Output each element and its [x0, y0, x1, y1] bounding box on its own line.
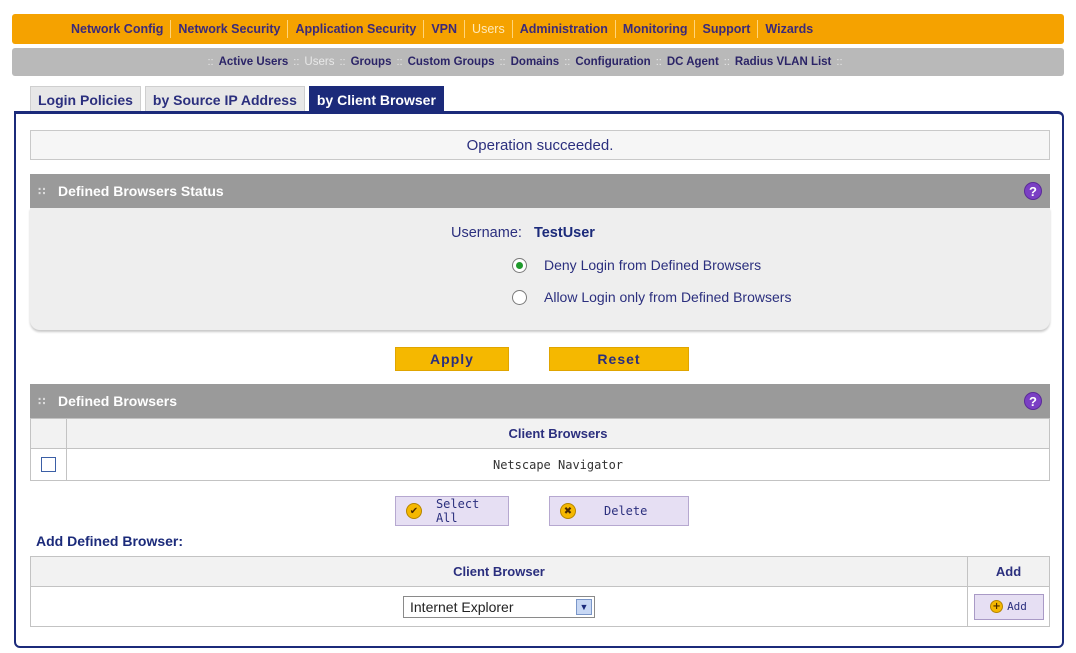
- separator: ::: [655, 56, 662, 68]
- check-circle-icon: ✔: [406, 503, 422, 519]
- x-circle-icon: ✖: [560, 503, 576, 519]
- radio-deny-login[interactable]: Deny Login from Defined Browsers: [512, 257, 761, 273]
- plus-circle-icon: +: [990, 600, 1004, 613]
- separator: ::: [293, 56, 300, 68]
- sub-nav-custom-groups[interactable]: Custom Groups: [408, 56, 495, 68]
- separator: ::: [339, 56, 346, 68]
- grip-icon: ∷: [38, 395, 46, 408]
- username-label: Username:: [451, 225, 522, 241]
- top-nav-users[interactable]: Users: [465, 20, 513, 38]
- separator: ::: [836, 56, 843, 68]
- username-value: TestUser: [533, 225, 595, 241]
- add-button-label: Add: [1007, 600, 1027, 613]
- top-nav: Network Config Network Security Applicat…: [12, 14, 1064, 44]
- client-browser-column-header: Client Browser: [30, 556, 968, 587]
- top-nav-wizards[interactable]: Wizards: [758, 20, 820, 38]
- sub-nav-configuration[interactable]: Configuration: [575, 56, 650, 68]
- chevron-down-icon[interactable]: ▼: [576, 598, 592, 615]
- sub-nav: :: Active Users :: Users :: Groups :: Cu…: [12, 48, 1064, 76]
- separator: ::: [564, 56, 571, 68]
- select-column-header: [30, 418, 67, 449]
- top-nav-network-security[interactable]: Network Security: [171, 20, 289, 38]
- client-browser-select[interactable]: Internet Explorer ▼: [403, 595, 595, 618]
- sub-nav-dc-agent[interactable]: DC Agent: [667, 56, 719, 68]
- table-row: Internet Explorer ▼ + Add: [30, 586, 1050, 627]
- help-icon[interactable]: ?: [1024, 182, 1042, 200]
- separator: ::: [723, 56, 730, 68]
- select-all-button[interactable]: ✔ Select All: [395, 496, 509, 526]
- operation-status-message: Operation succeeded.: [30, 130, 1050, 160]
- section-title: Defined Browsers Status: [58, 183, 224, 199]
- top-nav-administration[interactable]: Administration: [513, 20, 616, 38]
- top-nav-network-config[interactable]: Network Config: [64, 20, 172, 38]
- radio-selected-icon[interactable]: [512, 257, 527, 273]
- add-column-header: Add: [967, 556, 1050, 587]
- defined-browsers-table: Client Browsers Netscape Navigator: [30, 418, 1050, 481]
- reset-button[interactable]: Reset: [549, 347, 689, 371]
- defined-browsers-status-header: ∷ Defined Browsers Status ?: [30, 174, 1050, 208]
- radio-unselected-icon[interactable]: [512, 289, 527, 305]
- tab-bar: Login Policies by Source IP Address by C…: [30, 86, 448, 112]
- apply-button[interactable]: Apply: [395, 347, 509, 371]
- row-checkbox[interactable]: [41, 457, 56, 472]
- tab-login-policies[interactable]: Login Policies: [30, 86, 141, 112]
- add-button-cell: + Add: [967, 586, 1050, 627]
- sub-nav-domains[interactable]: Domains: [511, 56, 560, 68]
- add-defined-browser-label: Add Defined Browser:: [36, 533, 184, 549]
- top-nav-vpn[interactable]: VPN: [424, 20, 466, 38]
- select-all-label: Select All: [435, 497, 480, 525]
- top-nav-monitoring[interactable]: Monitoring: [616, 20, 696, 38]
- tab-by-source-ip-address[interactable]: by Source IP Address: [144, 86, 305, 112]
- top-nav-application-security[interactable]: Application Security: [288, 20, 425, 38]
- separator: ::: [499, 56, 506, 68]
- separator: ::: [396, 56, 403, 68]
- table-row: Netscape Navigator: [30, 448, 1050, 481]
- separator: ::: [207, 56, 214, 68]
- add-button[interactable]: + Add: [973, 593, 1044, 620]
- defined-browsers-status-body: Username: TestUser Deny Login from Defin…: [30, 208, 1050, 330]
- sub-nav-users[interactable]: Users: [304, 56, 334, 68]
- sub-nav-active-users[interactable]: Active Users: [219, 56, 289, 68]
- radio-label: Deny Login from Defined Browsers: [544, 257, 762, 273]
- grip-icon: ∷: [38, 185, 46, 198]
- client-browsers-column-header: Client Browsers: [66, 418, 1050, 449]
- radio-label: Allow Login only from Defined Browsers: [544, 289, 792, 305]
- main-panel: Operation succeeded. ∷ Defined Browsers …: [14, 111, 1064, 648]
- delete-button[interactable]: ✖ Delete: [549, 496, 689, 526]
- sub-nav-radius-vlan-list[interactable]: Radius VLAN List: [735, 56, 831, 68]
- help-icon[interactable]: ?: [1024, 392, 1042, 410]
- table-header-row: Client Browsers: [30, 418, 1050, 449]
- delete-label: Delete: [604, 504, 648, 518]
- top-nav-support[interactable]: Support: [695, 20, 759, 38]
- row-checkbox-cell: [30, 448, 67, 481]
- tab-by-client-browser[interactable]: by Client Browser: [308, 86, 444, 112]
- add-browser-table: Client Browser Add Internet Explorer ▼ +…: [30, 556, 1050, 627]
- sub-nav-groups[interactable]: Groups: [351, 56, 392, 68]
- defined-browsers-header: ∷ Defined Browsers ?: [30, 384, 1050, 418]
- browser-name-cell: Netscape Navigator: [66, 448, 1050, 481]
- section-title: Defined Browsers: [58, 393, 178, 409]
- username-row: Username: TestUser: [451, 225, 595, 241]
- radio-allow-login-only[interactable]: Allow Login only from Defined Browsers: [512, 289, 791, 305]
- client-browser-select-value: Internet Explorer: [410, 598, 514, 615]
- browser-select-cell: Internet Explorer ▼: [30, 586, 968, 627]
- table-header-row: Client Browser Add: [30, 556, 1050, 587]
